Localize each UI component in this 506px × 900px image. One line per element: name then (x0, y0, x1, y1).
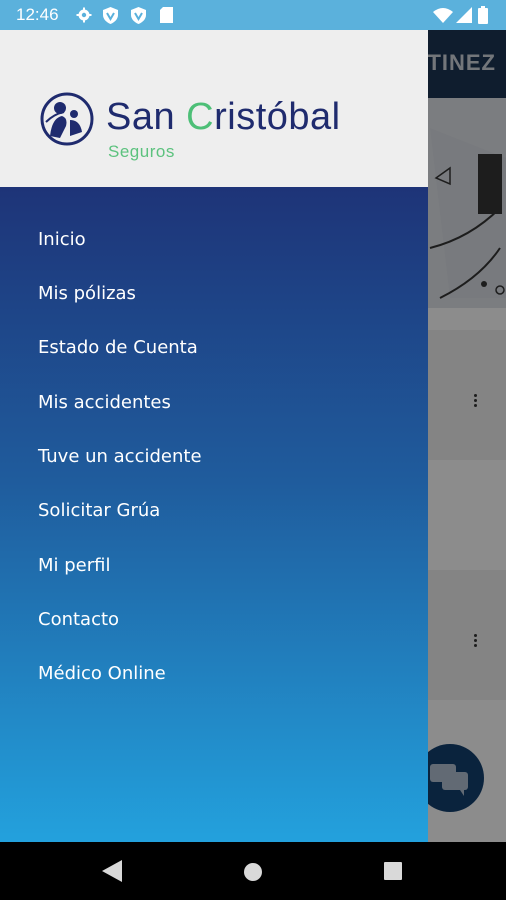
gear-icon (76, 7, 92, 23)
navigation-drawer: San Cristóbal Seguros Inicio Mis pólizas… (0, 30, 428, 842)
recents-icon[interactable] (384, 862, 402, 884)
back-icon[interactable] (102, 860, 122, 886)
menu-item-tuve-un-accidente[interactable]: Tuve un accidente (38, 446, 202, 467)
home-icon[interactable] (243, 862, 263, 886)
sd-card-icon (160, 7, 173, 23)
brand-subtitle: Seguros (108, 142, 175, 161)
brand-accent-letter: C (186, 96, 215, 138)
menu-item-estado-de-cuenta[interactable]: Estado de Cuenta (38, 337, 198, 358)
menu-item-mis-accidentes[interactable]: Mis accidentes (38, 392, 171, 413)
system-nav-bar (0, 842, 506, 900)
menu-item-medico-online[interactable]: Médico Online (38, 663, 166, 684)
battery-icon (478, 6, 488, 24)
menu-item-contacto[interactable]: Contacto (38, 609, 119, 630)
shield-icon (131, 7, 146, 24)
drawer-scrim[interactable] (428, 30, 506, 842)
menu-item-solicitar-grua[interactable]: Solicitar Grúa (38, 500, 160, 521)
menu-item-mis-polizas[interactable]: Mis pólizas (38, 283, 136, 304)
drawer-header: San Cristóbal Seguros (0, 30, 428, 187)
status-bar: 12:46 (0, 0, 506, 30)
status-time: 12:46 (16, 5, 59, 24)
signal-icon (456, 7, 472, 23)
san-cristobal-logo-icon (40, 92, 94, 150)
shield-icon (103, 7, 118, 24)
brand-name: San Cristóbal (106, 96, 341, 138)
drawer-menu: Inicio Mis pólizas Estado de Cuenta Mis … (0, 187, 428, 842)
menu-item-mi-perfil[interactable]: Mi perfil (38, 555, 111, 576)
wifi-icon (433, 8, 453, 23)
menu-item-inicio[interactable]: Inicio (38, 229, 86, 250)
